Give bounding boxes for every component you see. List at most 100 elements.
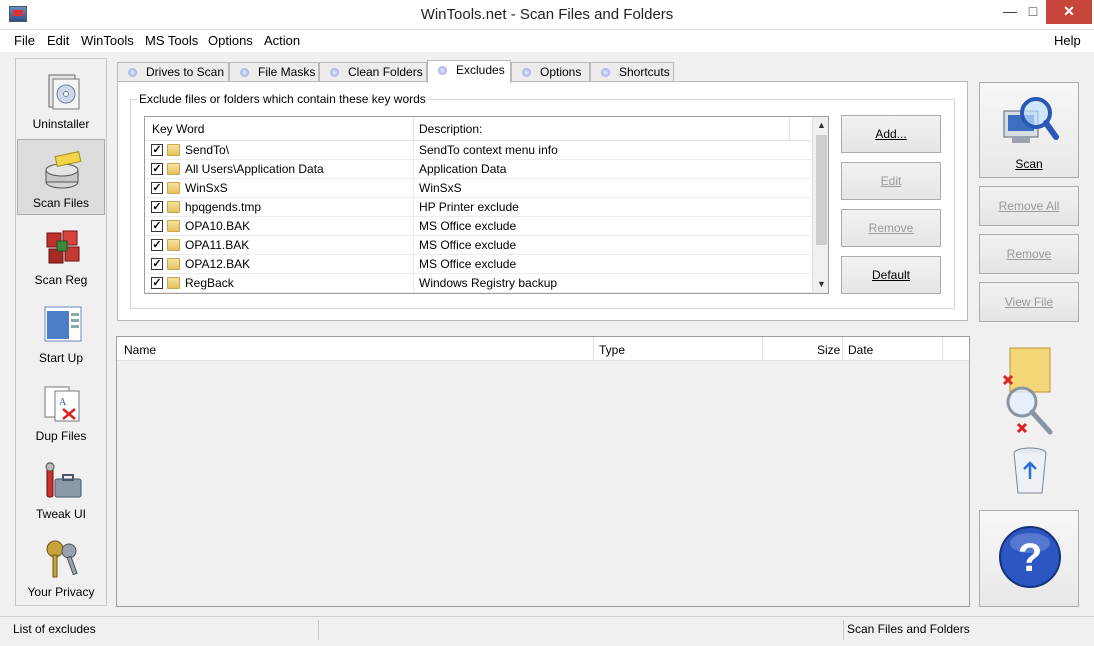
remove-button[interactable]: Remove <box>979 234 1079 274</box>
tab-label: Options <box>540 65 582 79</box>
exclude-checkbox[interactable]: ✓ <box>151 277 163 289</box>
sidebar-item-your-privacy[interactable]: Your Privacy <box>17 529 105 605</box>
tab-label: Clean Folders <box>348 65 423 79</box>
tab-bullet-icon <box>128 68 137 77</box>
excludes-list-scrollbar[interactable]: ▲ ▼ <box>812 117 828 293</box>
column-header-name[interactable]: Name <box>124 343 156 357</box>
sidebar-item-tweak-ui[interactable]: Tweak UI <box>17 451 105 527</box>
tab-bullet-icon <box>240 68 249 77</box>
folder-icon <box>167 144 180 156</box>
status-bar: List of excludes Scan Files and Folders <box>0 616 1094 646</box>
tab-label: Drives to Scan <box>146 65 225 79</box>
exclude-checkbox[interactable]: ✓ <box>151 220 163 232</box>
description-cell: Application Data <box>419 162 507 176</box>
column-header-type[interactable]: Type <box>599 343 625 357</box>
folder-icon <box>167 277 180 289</box>
tab-bullet-icon <box>438 66 447 75</box>
menu-options[interactable]: Options <box>208 33 253 48</box>
view-file-button[interactable]: View File <box>979 282 1079 322</box>
exclude-checkbox[interactable]: ✓ <box>151 182 163 194</box>
keyword-cell: RegBack <box>185 276 234 290</box>
default-button[interactable]: Default <box>841 256 941 294</box>
remove-all-button[interactable]: Remove All <box>979 186 1079 226</box>
list-item[interactable]: ✓ OPA12.BAK MS Office exclude <box>145 255 813 274</box>
tab-label: Excludes <box>456 63 505 77</box>
menu-help[interactable]: Help <box>1054 33 1081 48</box>
menu-file[interactable]: File <box>14 33 35 48</box>
help-question-icon: ? <box>999 526 1061 588</box>
list-item[interactable]: ✓ RegBack Windows Registry backup <box>145 274 813 293</box>
column-header-date[interactable]: Date <box>848 343 873 357</box>
column-header-description[interactable]: Description: <box>419 122 482 136</box>
results-list-header: Name Type Size Date <box>117 337 969 361</box>
maximize-button[interactable]: □ <box>1020 0 1046 24</box>
sidebar-item-start-up[interactable]: Start Up <box>17 295 105 371</box>
scan-registry-icon <box>46 230 80 264</box>
sidebar-item-label: Your Privacy <box>27 585 95 599</box>
list-item[interactable]: ✓ OPA11.BAK MS Office exclude <box>145 236 813 255</box>
tab-excludes[interactable]: Excludes <box>427 60 511 83</box>
scroll-thumb[interactable] <box>816 135 827 245</box>
tab-shortcuts[interactable]: Shortcuts <box>590 62 674 82</box>
list-item[interactable]: ✓ All Users\Application Data Application… <box>145 160 813 179</box>
tab-options[interactable]: Options <box>511 62 590 82</box>
description-cell: HP Printer exclude <box>419 200 519 214</box>
list-item[interactable]: ✓ hpqgends.tmp HP Printer exclude <box>145 198 813 217</box>
keyword-cell: SendTo\ <box>185 143 230 157</box>
folder-icon <box>167 163 180 175</box>
sidebar-item-dup-files[interactable]: A Dup Files <box>17 373 105 449</box>
column-header-size[interactable]: Size <box>817 343 840 357</box>
scroll-down-icon[interactable]: ▼ <box>813 276 828 293</box>
search-folder-icon[interactable] <box>998 344 1058 440</box>
add-button[interactable]: Add... <box>841 115 941 153</box>
column-header-keyword[interactable]: Key Word <box>152 122 204 136</box>
description-cell: MS Office exclude <box>419 257 517 271</box>
tab-clean-folders[interactable]: Clean Folders <box>319 62 427 82</box>
sidebar-item-scan-reg[interactable]: Scan Reg <box>17 217 105 293</box>
tab-bullet-icon <box>330 68 339 77</box>
list-item[interactable]: ✓ WinSxS WinSxS <box>145 179 813 198</box>
recycle-bin-icon[interactable] <box>1010 445 1050 497</box>
exclude-checkbox[interactable]: ✓ <box>151 163 163 175</box>
results-list-body <box>117 361 969 606</box>
tab-drives-to-scan[interactable]: Drives to Scan <box>117 62 229 82</box>
close-button[interactable]: ✕ <box>1046 0 1092 24</box>
sidebar-item-uninstaller[interactable]: Uninstaller <box>17 61 105 137</box>
help-button[interactable]: ? <box>979 510 1079 607</box>
svg-text:?: ? <box>1018 536 1042 580</box>
menu-edit[interactable]: Edit <box>47 33 69 48</box>
exclude-checkbox[interactable]: ✓ <box>151 201 163 213</box>
title-bar: WinTools.net - Scan Files and Folders — … <box>0 0 1094 30</box>
scan-results-list[interactable]: Name Type Size Date <box>116 336 970 607</box>
description-cell: WinSxS <box>419 181 462 195</box>
status-text-right: Scan Files and Folders <box>847 622 970 636</box>
duplicate-files-icon: A <box>44 386 80 422</box>
tab-bullet-icon <box>601 68 610 77</box>
list-item[interactable]: ✓ SendTo\ SendTo context menu info <box>145 141 813 160</box>
sidebar-item-scan-files[interactable]: Scan Files <box>17 139 105 215</box>
description-cell: Windows Registry backup <box>419 276 558 290</box>
exclude-checkbox[interactable]: ✓ <box>151 239 163 251</box>
menu-ms-tools[interactable]: MS Tools <box>145 33 198 48</box>
scroll-up-icon[interactable]: ▲ <box>813 117 828 134</box>
remove-exclude-button[interactable]: Remove <box>841 209 941 247</box>
sidebar-item-label: Dup Files <box>35 429 87 443</box>
sidebar-item-label: Scan Reg <box>34 273 88 287</box>
menu-action[interactable]: Action <box>264 33 300 48</box>
excludes-list[interactable]: Key Word Description: ✓ SendTo\ SendTo c… <box>144 116 829 294</box>
folder-icon <box>167 258 180 270</box>
keyword-cell: OPA12.BAK <box>185 257 251 271</box>
tab-label: File Masks <box>258 65 316 79</box>
exclude-checkbox[interactable]: ✓ <box>151 144 163 156</box>
description-cell: MS Office exclude <box>419 219 517 233</box>
keyword-cell: hpqgends.tmp <box>185 200 262 214</box>
tab-file-masks[interactable]: File Masks <box>229 62 319 82</box>
exclude-checkbox[interactable]: ✓ <box>151 258 163 270</box>
edit-button[interactable]: Edit <box>841 162 941 200</box>
description-cell: SendTo context menu info <box>419 143 558 157</box>
list-item[interactable]: ✓ OPA10.BAK MS Office exclude <box>145 217 813 236</box>
keyword-cell: WinSxS <box>185 181 228 195</box>
description-cell: MS Office exclude <box>419 238 517 252</box>
menu-wintools[interactable]: WinTools <box>81 33 134 48</box>
scan-button[interactable]: Scan <box>979 82 1079 178</box>
